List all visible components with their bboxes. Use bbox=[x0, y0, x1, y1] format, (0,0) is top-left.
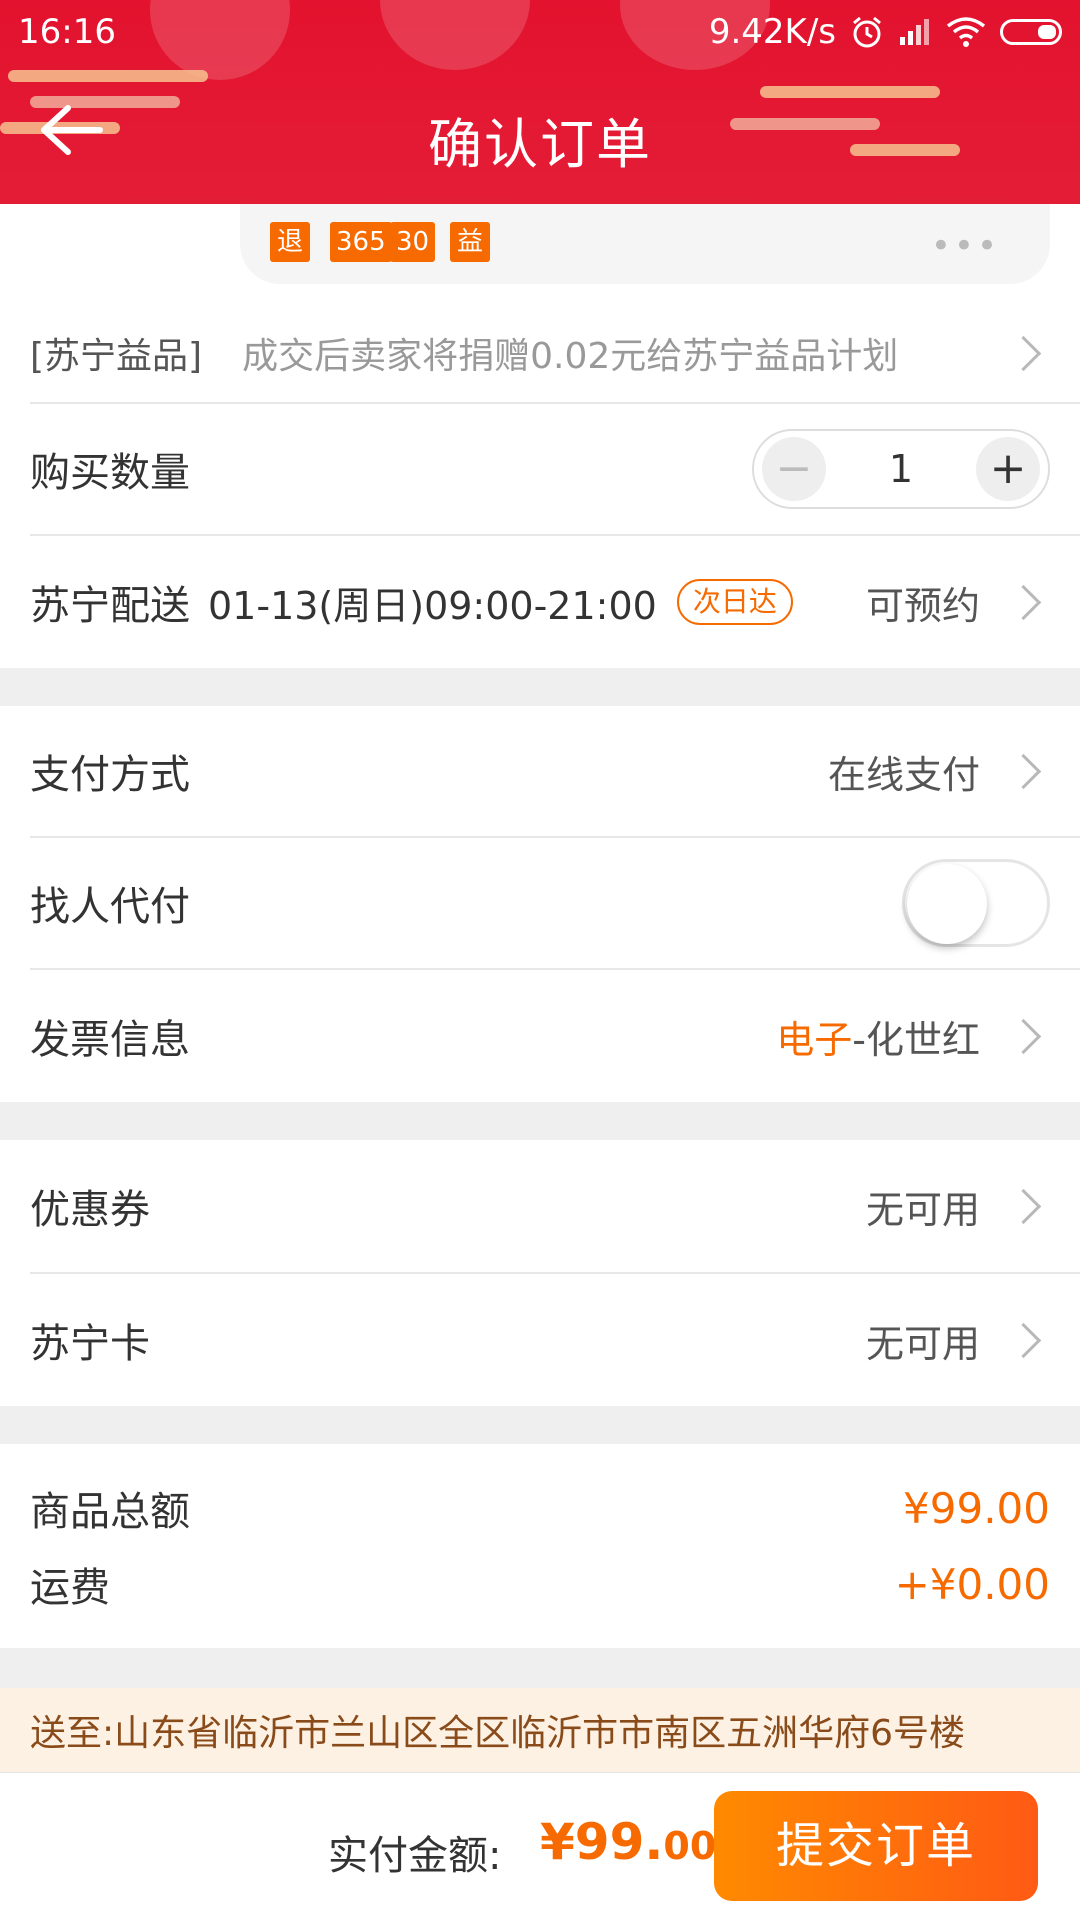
plus-button[interactable]: + bbox=[976, 437, 1040, 501]
coupon-row[interactable]: 优惠券 无可用 bbox=[30, 1140, 1080, 1274]
delivery-value: 可预约 bbox=[865, 583, 980, 628]
pay-amount-decimal: 00 bbox=[663, 1824, 717, 1868]
donation-text: 成交后卖家将捐赠0.02元给苏宁益品计划 bbox=[242, 336, 899, 377]
service-tags-strip: 退 365 30 益 ••• bbox=[0, 204, 1080, 304]
battery-icon bbox=[1000, 19, 1062, 45]
next-day-badge: 次日达 bbox=[676, 579, 793, 625]
delivery-date: 01-13(周日)09:00-21:00 bbox=[208, 583, 657, 628]
coupon-label: 优惠券 bbox=[30, 1187, 150, 1233]
shipping-row: 运费 +¥0.00 bbox=[30, 1554, 1050, 1614]
proxy-pay-label: 找人代付 bbox=[30, 884, 190, 930]
invoice-name: -化世红 bbox=[852, 1017, 980, 1062]
invoice-label: 发票信息 bbox=[30, 1017, 190, 1063]
tag-30: 30 bbox=[390, 222, 436, 262]
wifi-icon bbox=[946, 17, 986, 47]
payment-method-row[interactable]: 支付方式 在线支付 bbox=[30, 706, 1080, 838]
header-decoration bbox=[760, 86, 940, 98]
more-icon[interactable]: ••• bbox=[931, 226, 1000, 266]
chevron-right-icon bbox=[1005, 1188, 1042, 1224]
tag-return: 退 bbox=[270, 222, 310, 262]
quantity-row: 购买数量 − 1 + bbox=[30, 404, 1080, 536]
donation-label: [苏宁益品] bbox=[30, 336, 203, 377]
header-bar: 16:16 9.42K/s 确认订单 bbox=[0, 0, 1080, 204]
toggle-knob bbox=[907, 864, 987, 944]
goods-total-row: 商品总额 ¥99.00 bbox=[30, 1478, 1050, 1538]
delivery-address: 送至:山东省临沂市兰山区全区临沂市市南区五洲华府6号楼 bbox=[0, 1688, 1080, 1772]
proxy-pay-toggle[interactable] bbox=[902, 859, 1050, 947]
header-decoration bbox=[8, 70, 208, 82]
chevron-right-icon bbox=[1005, 335, 1042, 371]
chevron-right-icon bbox=[1005, 1322, 1042, 1358]
suning-card-row[interactable]: 苏宁卡 无可用 bbox=[30, 1274, 1080, 1406]
alarm-icon bbox=[853, 16, 881, 48]
status-bar: 16:16 9.42K/s bbox=[0, 0, 1080, 60]
quantity-value: 1 bbox=[888, 447, 914, 491]
pay-amount-label: 实付金额: bbox=[328, 1833, 502, 1879]
payment-method-label: 支付方式 bbox=[30, 752, 190, 798]
suning-card-label: 苏宁卡 bbox=[30, 1321, 150, 1367]
submit-order-button[interactable]: 提交订单 bbox=[714, 1791, 1038, 1901]
page-title: 确认订单 bbox=[428, 113, 652, 176]
pay-amount-integer: ¥99. bbox=[540, 1813, 664, 1871]
invoice-row[interactable]: 发票信息 电子-化世红 bbox=[30, 970, 1080, 1102]
quantity-stepper[interactable]: − 1 + bbox=[752, 429, 1050, 509]
totals-section: 商品总额 ¥99.00 运费 +¥0.00 bbox=[0, 1444, 1080, 1648]
chevron-right-icon bbox=[1005, 584, 1042, 620]
invoice-type: 电子 bbox=[776, 1017, 853, 1062]
order-options-section: [苏宁益品] 成交后卖家将捐赠0.02元给苏宁益品计划 购买数量 − 1 + 苏… bbox=[0, 304, 1080, 668]
invoice-value: 电子-化世红 bbox=[776, 1009, 980, 1064]
service-tags-pill[interactable]: 退 365 30 益 ••• bbox=[240, 204, 1050, 284]
shipping-amount: +¥0.00 bbox=[894, 1559, 1050, 1609]
checkout-footer: 实付金额: ¥99.00 提交订单 bbox=[0, 1772, 1080, 1921]
proxy-pay-row: 找人代付 bbox=[30, 838, 1080, 970]
goods-total-amount: ¥99.00 bbox=[903, 1483, 1050, 1533]
quantity-label: 购买数量 bbox=[30, 450, 190, 496]
delivery-row[interactable]: 苏宁配送 01-13(周日)09:00-21:00 次日达 可预约 bbox=[30, 536, 1080, 668]
chevron-right-icon bbox=[1005, 753, 1042, 789]
status-right: 9.42K/s bbox=[709, 12, 1062, 52]
discount-section: 优惠券 无可用 苏宁卡 无可用 bbox=[0, 1140, 1080, 1406]
network-speed: 9.42K/s bbox=[708, 12, 836, 52]
pay-amount: ¥99.00 bbox=[540, 1813, 716, 1871]
status-time: 16:16 bbox=[18, 12, 116, 52]
tag-charity: 益 bbox=[450, 222, 490, 262]
delivery-label: 苏宁配送 bbox=[30, 583, 190, 629]
tag-365: 365 bbox=[330, 222, 392, 262]
minus-button[interactable]: − bbox=[762, 437, 826, 501]
suning-card-value: 无可用 bbox=[865, 1321, 980, 1366]
payment-section: 支付方式 在线支付 找人代付 发票信息 电子-化世红 bbox=[0, 706, 1080, 1102]
chevron-right-icon bbox=[1005, 1018, 1042, 1054]
goods-total-label: 商品总额 bbox=[30, 1489, 190, 1535]
coupon-value: 无可用 bbox=[865, 1187, 980, 1232]
shipping-label: 运费 bbox=[30, 1565, 110, 1611]
signal-icon bbox=[900, 19, 929, 45]
payment-method-value: 在线支付 bbox=[827, 752, 980, 797]
donation-row[interactable]: [苏宁益品] 成交后卖家将捐赠0.02元给苏宁益品计划 bbox=[30, 304, 1080, 404]
